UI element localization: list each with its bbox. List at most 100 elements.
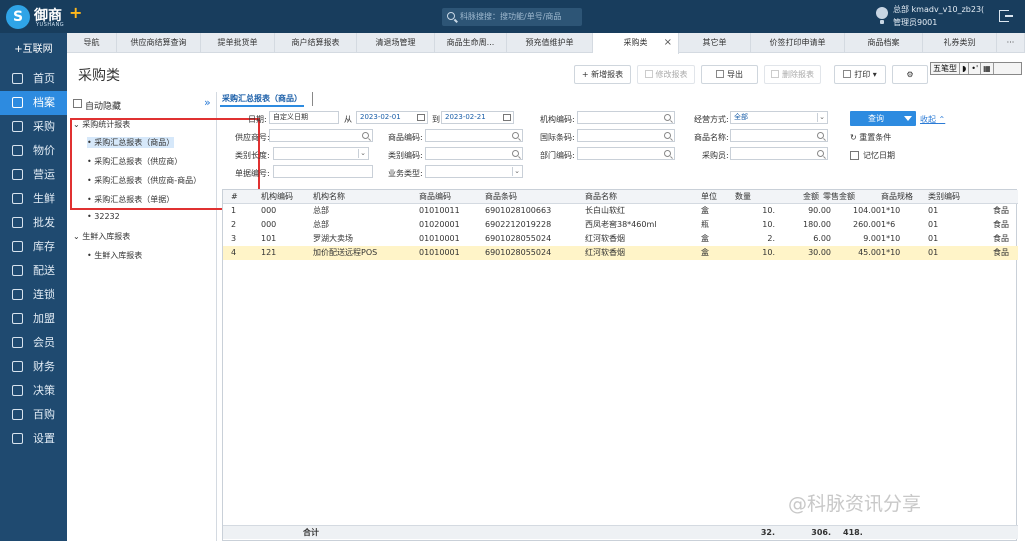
global-search-input[interactable]: 科脉搜搜：搜功能/单号/商品 bbox=[442, 8, 582, 26]
print-icon bbox=[843, 70, 852, 78]
nav-item-8[interactable]: 配送 bbox=[0, 259, 67, 283]
user-avatar-icon[interactable] bbox=[876, 7, 888, 24]
close-icon[interactable]: × bbox=[664, 33, 672, 53]
ime-segment[interactable]: ▦ bbox=[981, 63, 994, 74]
doc-no-input[interactable] bbox=[273, 165, 373, 178]
export-button[interactable]: 导出 bbox=[701, 65, 758, 84]
calendar-icon[interactable] bbox=[503, 114, 511, 121]
nav-item-11[interactable]: 会员 bbox=[0, 331, 67, 355]
search-icon[interactable] bbox=[664, 150, 671, 157]
product-name-input[interactable] bbox=[730, 129, 828, 142]
from-date-input[interactable]: 2023-02-01 bbox=[356, 111, 428, 124]
tab-10[interactable]: 商品档案 bbox=[845, 33, 923, 53]
tab-8[interactable]: 其它单 bbox=[679, 33, 751, 53]
report-subtab[interactable]: 采购汇总报表（商品） bbox=[220, 93, 304, 107]
search-icon[interactable] bbox=[817, 132, 824, 139]
report-main-area: 采购汇总报表（商品） 日期: 自定义日期 从 2023-02-01 到 2023… bbox=[218, 92, 1025, 541]
nav-item-14[interactable]: 百购 bbox=[0, 403, 67, 427]
column-header: # bbox=[231, 192, 238, 201]
nav-item-5[interactable]: 生鲜 bbox=[0, 187, 67, 211]
nav-item-12[interactable]: 财务 bbox=[0, 355, 67, 379]
date-mode-select[interactable]: 自定义日期 bbox=[269, 111, 339, 124]
settings-icon bbox=[12, 433, 23, 444]
table-row[interactable]: 2 000 总部 01020001 6902212019228 西凤老窖38*460ml 瓶… bbox=[223, 218, 1018, 232]
tree-group-fresh-inbound[interactable]: ⌄ 生鲜入库报表 bbox=[73, 231, 130, 242]
tab-11[interactable]: 礼券类别 bbox=[923, 33, 997, 53]
dept-code-input[interactable] bbox=[577, 147, 675, 160]
nav-item-10[interactable]: 加盟 bbox=[0, 307, 67, 331]
tab-1[interactable]: 供应商结算查询 bbox=[117, 33, 201, 53]
search-icon[interactable] bbox=[664, 132, 671, 139]
barcode-label: 国际条码: bbox=[540, 133, 575, 142]
tab-4[interactable]: 清退场管理 bbox=[357, 33, 435, 53]
logout-icon[interactable] bbox=[999, 10, 1013, 22]
product-code-input[interactable] bbox=[425, 129, 523, 142]
table-row[interactable]: 1 000 总部 01010011 6901028100663 长白山软红盒 10. 90.0… bbox=[223, 204, 1018, 218]
search-icon[interactable] bbox=[512, 150, 519, 157]
nav-item-0[interactable]: 首页 bbox=[0, 67, 67, 91]
tab-6[interactable]: 预充值维护单 bbox=[507, 33, 593, 53]
tab-5[interactable]: 商品生命周... bbox=[435, 33, 507, 53]
print-button[interactable]: 打印 ▾ bbox=[834, 65, 886, 84]
category-code-input[interactable] bbox=[425, 147, 523, 160]
supplier-label: 供应商号: bbox=[235, 133, 270, 142]
collapse-panel-icon[interactable]: » bbox=[204, 96, 211, 109]
nav-item-15[interactable]: 设置 bbox=[0, 427, 67, 451]
supplier-input[interactable] bbox=[269, 129, 373, 142]
settings-button[interactable]: ⚙ bbox=[892, 65, 928, 84]
tab-9[interactable]: 价签打印申请单 bbox=[751, 33, 845, 53]
column-header: 机构编码 bbox=[261, 192, 293, 201]
table-cell: 罗湖大卖场 bbox=[313, 234, 353, 243]
nav-item-label: 库存 bbox=[33, 240, 55, 253]
tab-0[interactable]: 导航 bbox=[67, 33, 117, 53]
internet-plus-link[interactable]: +互联网 bbox=[0, 33, 67, 67]
nav-item-7[interactable]: 库存 bbox=[0, 235, 67, 259]
nav-item-9[interactable]: 连锁 bbox=[0, 283, 67, 307]
reset-conditions-button[interactable]: ↻ 重置条件 bbox=[850, 132, 891, 143]
chevron-down-icon[interactable]: ⌄ bbox=[512, 167, 521, 176]
barcode-input[interactable] bbox=[577, 129, 675, 142]
tab-2[interactable]: 提单批货单 bbox=[201, 33, 275, 53]
nav-item-1[interactable]: 档案 bbox=[0, 91, 67, 115]
ime-status-bar[interactable]: 五笔型 ◗ •' ▦ bbox=[930, 62, 1022, 75]
tab-7[interactable]: 采购类 × bbox=[593, 33, 679, 54]
nav-item-2[interactable]: 采购 bbox=[0, 115, 67, 139]
tab-12[interactable]: ··· bbox=[997, 33, 1025, 53]
app-logo[interactable]: S 御商 + YUSHANG bbox=[6, 3, 82, 30]
search-icon[interactable] bbox=[664, 114, 671, 121]
nav-item-4[interactable]: 营运 bbox=[0, 163, 67, 187]
edit-report-button[interactable]: 修改报表 bbox=[637, 65, 695, 84]
category-level-select[interactable]: ⌄ bbox=[273, 147, 369, 160]
collapse-link[interactable]: 收起 ⌃ bbox=[920, 114, 945, 125]
ime-segment[interactable]: 五笔型 bbox=[931, 63, 960, 74]
nav-item-6[interactable]: 批发 bbox=[0, 211, 67, 235]
table-row[interactable]: 4 121 加价配送远程POS 01010001 6901028055024 红河软香烟 盒… bbox=[223, 246, 1018, 260]
search-icon[interactable] bbox=[817, 150, 824, 157]
buyer-input[interactable] bbox=[730, 147, 828, 160]
nav-item-3[interactable]: 物价 bbox=[0, 139, 67, 163]
new-report-button[interactable]: + 新增报表 bbox=[574, 65, 631, 84]
search-icon[interactable] bbox=[512, 132, 519, 139]
nav-item-13[interactable]: 决策 bbox=[0, 379, 67, 403]
remember-date-checkbox[interactable] bbox=[850, 151, 859, 160]
tab-3[interactable]: 商户结算报表 bbox=[275, 33, 357, 53]
ime-segment[interactable]: ◗ bbox=[960, 63, 970, 74]
auto-hide-checkbox[interactable] bbox=[73, 99, 82, 108]
to-date-input[interactable]: 2023-02-21 bbox=[441, 111, 514, 124]
caret-down-icon[interactable] bbox=[904, 116, 912, 121]
org-code-input[interactable] bbox=[577, 111, 675, 124]
tree-item-fresh-inbound[interactable]: • 生鲜入库报表 bbox=[87, 250, 142, 261]
search-icon[interactable] bbox=[362, 132, 369, 139]
op-mode-select[interactable]: 全部 ⌄ bbox=[730, 111, 828, 124]
query-button[interactable]: 查询 bbox=[850, 111, 916, 126]
table-cell: 食品 bbox=[993, 248, 1009, 257]
chevron-down-icon[interactable]: ⌄ bbox=[817, 113, 826, 122]
ime-segment[interactable]: •' bbox=[969, 63, 982, 74]
calendar-icon[interactable] bbox=[417, 114, 425, 121]
biz-type-select[interactable]: ⌄ bbox=[425, 165, 523, 178]
delete-report-button[interactable]: 删除报表 bbox=[764, 65, 821, 84]
table-row[interactable]: 3 101 罗湖大卖场 01010001 6901028055024 红河软香烟盒 2. 6.… bbox=[223, 232, 1018, 246]
member-icon bbox=[12, 337, 23, 348]
tree-item-purchase-4[interactable]: • 32232 bbox=[87, 212, 120, 221]
chevron-down-icon[interactable]: ⌄ bbox=[358, 149, 367, 158]
